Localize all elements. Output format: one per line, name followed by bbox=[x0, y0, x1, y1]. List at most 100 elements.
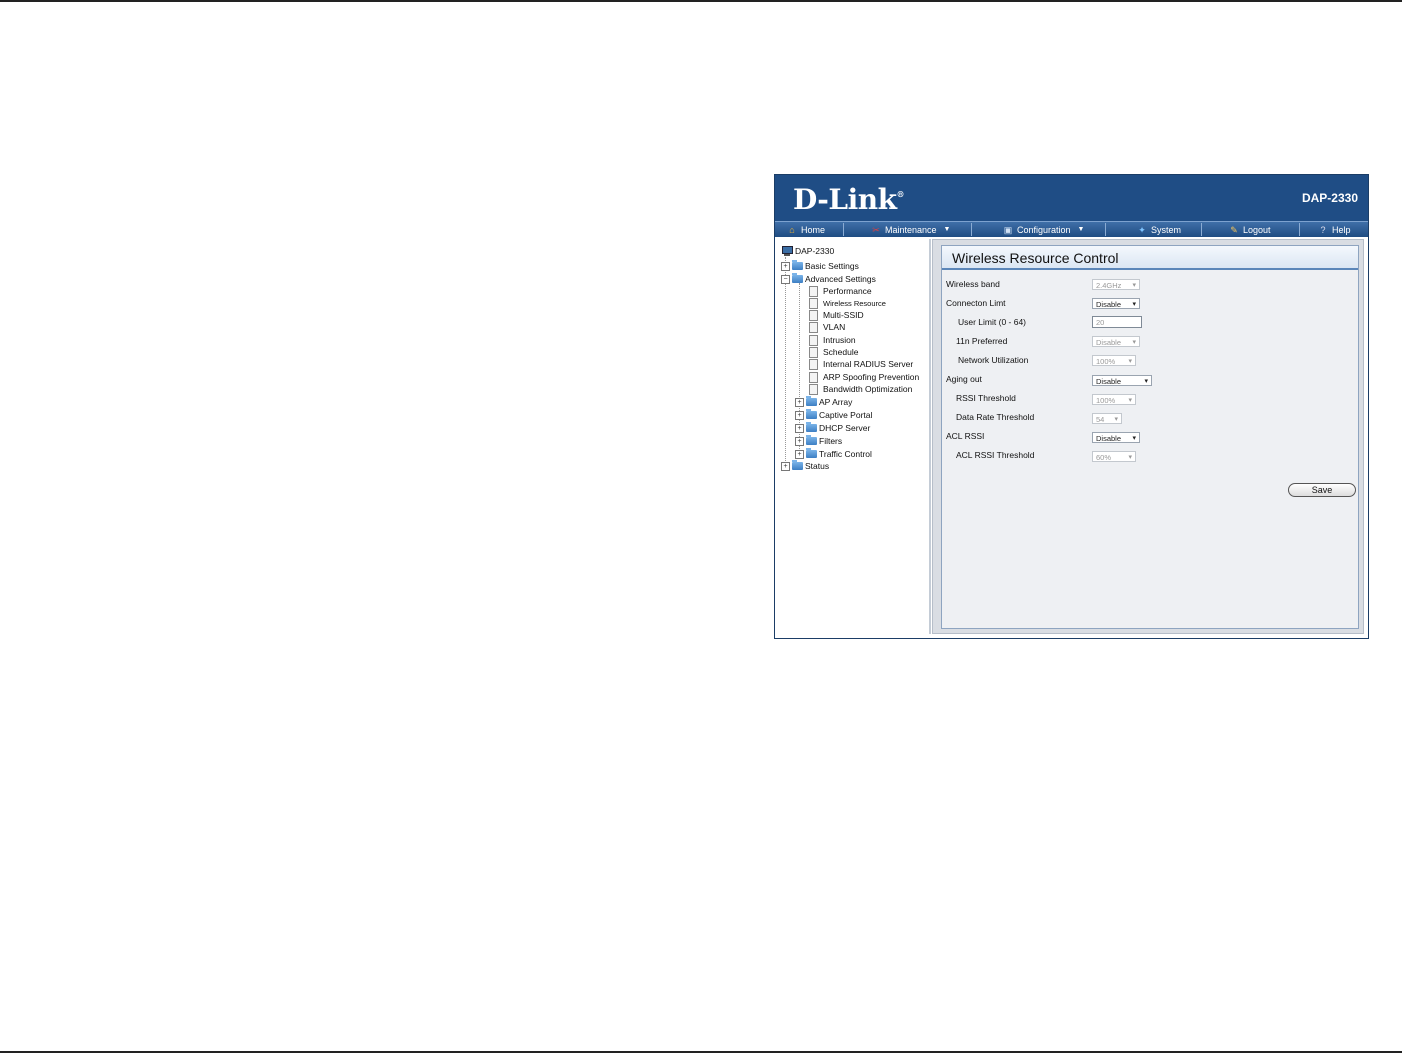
tree-folder-traffic-control[interactable]: + Traffic Control bbox=[795, 448, 872, 460]
tree-item-vlan[interactable]: VLAN bbox=[809, 321, 845, 333]
folder-open-icon bbox=[792, 273, 803, 283]
page-icon bbox=[809, 309, 818, 321]
header-banner: D-Link® DAP-2330 bbox=[775, 175, 1368, 221]
tree-item-multi-ssid[interactable]: Multi-SSID bbox=[809, 309, 864, 321]
page-icon bbox=[809, 334, 818, 346]
content-area: Wireless Resource Control Wireless band … bbox=[932, 239, 1364, 634]
network-utilization-label: Network Utilization bbox=[958, 355, 1029, 365]
chevron-down-icon: ▾ bbox=[1132, 435, 1136, 442]
chevron-down-icon: ▾ bbox=[1128, 454, 1132, 461]
system-icon: ✦ bbox=[1138, 224, 1146, 235]
chevron-down-icon: ▾ bbox=[1128, 397, 1132, 404]
page-icon bbox=[809, 346, 818, 358]
menu-maintenance[interactable]: ✂ Maintenance ▼ bbox=[871, 222, 950, 237]
page-icon bbox=[809, 383, 818, 395]
menu-separator bbox=[843, 223, 844, 236]
folder-icon bbox=[806, 448, 817, 458]
folder-icon bbox=[806, 396, 817, 406]
page-icon bbox=[809, 358, 818, 370]
router-admin-window: D-Link® DAP-2330 ⌂ Home ✂ Maintenance ▼ ▣… bbox=[774, 174, 1369, 639]
tree-item-schedule[interactable]: Schedule bbox=[809, 346, 858, 358]
chevron-down-icon: ▾ bbox=[1114, 416, 1118, 423]
expand-icon[interactable]: + bbox=[795, 397, 804, 407]
expand-icon[interactable]: + bbox=[781, 261, 790, 271]
home-icon: ⌂ bbox=[789, 224, 795, 235]
rssi-threshold-select[interactable]: 100% ▾ bbox=[1092, 394, 1136, 405]
tree-item-performance[interactable]: Performance bbox=[809, 285, 872, 297]
save-button[interactable]: Save bbox=[1288, 483, 1356, 497]
tree-item-arp-spoofing[interactable]: ARP Spoofing Prevention bbox=[809, 371, 919, 383]
page-icon bbox=[809, 321, 818, 333]
page-top-rule bbox=[0, 0, 1402, 2]
network-utilization-select[interactable]: 100% ▾ bbox=[1092, 355, 1136, 366]
expand-icon[interactable]: + bbox=[795, 423, 804, 433]
menu-help[interactable]: ? Help bbox=[1318, 222, 1350, 237]
folder-icon bbox=[792, 460, 803, 470]
tree-item-bandwidth-optimization[interactable]: Bandwidth Optimization bbox=[809, 383, 912, 395]
connection-limit-select[interactable]: Disable ▾ bbox=[1092, 298, 1140, 309]
aging-out-label: Aging out bbox=[946, 374, 982, 384]
menu-separator bbox=[971, 223, 972, 236]
user-limit-input[interactable] bbox=[1092, 316, 1142, 328]
chevron-down-icon: ▾ bbox=[1144, 378, 1148, 385]
chevron-down-icon: ▾ bbox=[1132, 282, 1136, 289]
page-icon bbox=[809, 285, 818, 297]
data-rate-threshold-select[interactable]: 54 ▾ bbox=[1092, 413, 1122, 424]
disk-icon: ▣ bbox=[1003, 224, 1013, 235]
page-bottom-rule bbox=[0, 1051, 1402, 1053]
expand-icon[interactable]: + bbox=[795, 436, 804, 446]
wireless-band-select[interactable]: 2.4GHz ▾ bbox=[1092, 279, 1140, 290]
acl-rssi-select[interactable]: Disable ▾ bbox=[1092, 432, 1140, 443]
page-icon bbox=[809, 297, 818, 309]
tree-status[interactable]: + Status bbox=[781, 460, 829, 472]
folder-icon bbox=[792, 260, 803, 270]
chevron-down-icon: ▼ bbox=[943, 226, 951, 233]
menu-logout[interactable]: ✎ Logout bbox=[1229, 222, 1270, 237]
navigation-tree: DAP-2330 + Basic Settings − Advanced Set… bbox=[777, 239, 931, 634]
tree-item-radius-server[interactable]: Internal RADIUS Server bbox=[809, 358, 913, 370]
expand-icon[interactable]: + bbox=[795, 410, 804, 420]
folder-icon bbox=[806, 409, 817, 419]
computer-icon bbox=[781, 246, 793, 256]
tree-item-intrusion[interactable]: Intrusion bbox=[809, 334, 856, 346]
preferred-11n-label: 11n Preferred bbox=[956, 336, 1008, 346]
top-menu-bar: ⌂ Home ✂ Maintenance ▼ ▣ Configuration ▼ ✦… bbox=[775, 221, 1368, 237]
expand-icon[interactable]: + bbox=[781, 461, 790, 471]
model-name: DAP-2330 bbox=[1301, 191, 1358, 205]
tree-root[interactable]: DAP-2330 bbox=[781, 245, 834, 257]
menu-separator bbox=[1299, 223, 1300, 236]
tree-folder-ap-array[interactable]: + AP Array bbox=[795, 396, 852, 408]
tree-item-wireless-resource[interactable]: Wireless Resource bbox=[809, 297, 886, 309]
folder-icon bbox=[806, 422, 817, 432]
tree-folder-dhcp-server[interactable]: + DHCP Server bbox=[795, 422, 870, 434]
menu-system[interactable]: ✦ System bbox=[1137, 222, 1181, 237]
chevron-down-icon: ▾ bbox=[1128, 358, 1132, 365]
chevron-down-icon: ▾ bbox=[1132, 339, 1136, 346]
collapse-icon[interactable]: − bbox=[781, 274, 790, 284]
page-title: Wireless Resource Control bbox=[942, 246, 1358, 270]
chevron-down-icon: ▾ bbox=[1132, 301, 1136, 308]
tools-icon: ✂ bbox=[872, 224, 880, 235]
connection-limit-label: Connecton Limt bbox=[946, 298, 1006, 308]
tree-advanced-settings[interactable]: − Advanced Settings bbox=[781, 273, 876, 285]
aging-out-select[interactable]: Disable ▾ bbox=[1092, 375, 1152, 386]
tree-folder-filters[interactable]: + Filters bbox=[795, 435, 842, 447]
help-icon: ? bbox=[1320, 224, 1326, 235]
acl-rssi-threshold-select[interactable]: 60% ▾ bbox=[1092, 451, 1136, 462]
acl-rssi-threshold-label: ACL RSSI Threshold bbox=[956, 450, 1035, 460]
expand-icon[interactable]: + bbox=[795, 449, 804, 459]
tree-basic-settings[interactable]: + Basic Settings bbox=[781, 260, 859, 272]
preferred-11n-select[interactable]: Disable ▾ bbox=[1092, 336, 1140, 347]
menu-separator bbox=[1105, 223, 1106, 236]
tree-folder-captive-portal[interactable]: + Captive Portal bbox=[795, 409, 872, 421]
data-rate-threshold-label: Data Rate Threshold bbox=[956, 412, 1035, 422]
menu-configuration[interactable]: ▣ Configuration ▼ bbox=[1003, 222, 1085, 237]
page-icon bbox=[809, 371, 818, 383]
user-limit-label: User Limit (0 - 64) bbox=[958, 317, 1027, 327]
acl-rssi-label: ACL RSSI bbox=[946, 431, 985, 441]
menu-home[interactable]: ⌂ Home bbox=[787, 222, 825, 237]
chevron-down-icon: ▼ bbox=[1077, 226, 1085, 233]
wireless-band-label: Wireless band bbox=[946, 279, 1000, 289]
dlink-logo: D-Link® bbox=[793, 183, 905, 216]
logout-icon: ✎ bbox=[1230, 224, 1238, 235]
